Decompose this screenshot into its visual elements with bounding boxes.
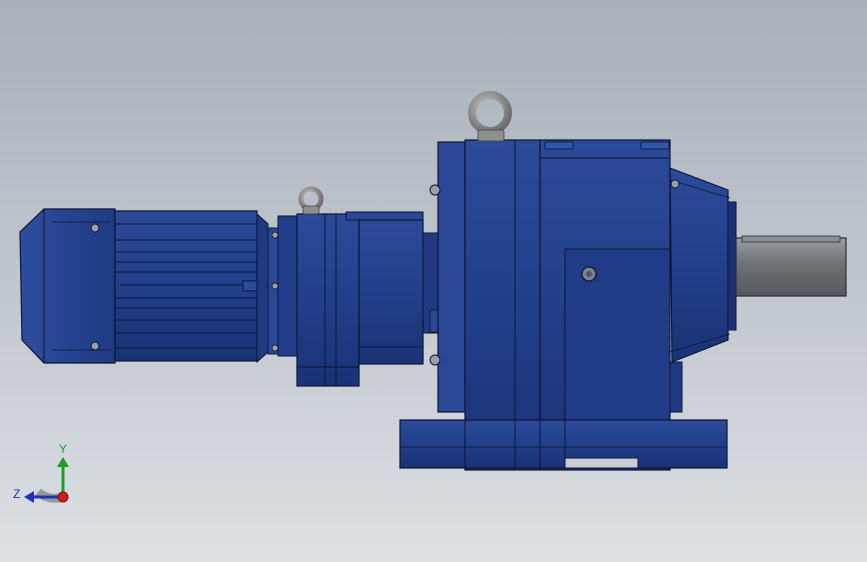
y-axis-label: Y bbox=[59, 442, 67, 456]
gear-motor-3d-model[interactable] bbox=[0, 0, 867, 562]
motor-fan-cover bbox=[19, 208, 116, 364]
output-shaft bbox=[735, 235, 847, 297]
motor-body bbox=[114, 210, 264, 362]
output-end-cover bbox=[669, 167, 737, 413]
coordinate-triad[interactable]: Y Z bbox=[10, 440, 80, 510]
z-axis-arrow-icon bbox=[24, 491, 34, 503]
z-axis-label: Z bbox=[13, 487, 20, 501]
cad-viewport[interactable]: Y Z bbox=[0, 0, 867, 562]
motor-flange bbox=[256, 212, 279, 364]
small-lifting-eye-icon bbox=[298, 186, 324, 215]
y-axis-arrow-icon bbox=[57, 457, 69, 467]
input-gear-housing bbox=[277, 211, 439, 387]
x-axis-point-icon bbox=[57, 491, 69, 503]
mounting-foot bbox=[399, 419, 728, 469]
large-lifting-eye-icon bbox=[468, 91, 512, 142]
